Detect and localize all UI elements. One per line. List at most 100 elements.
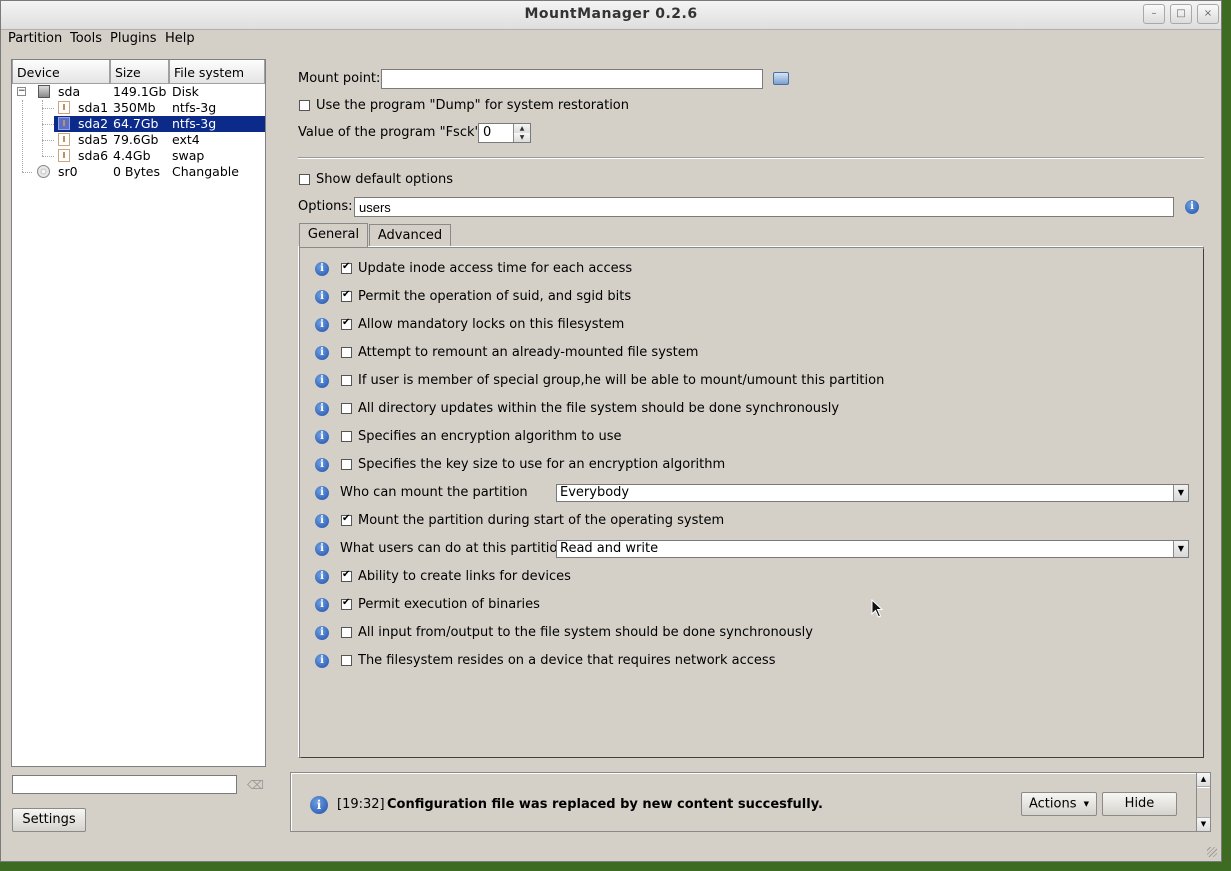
dump-checkbox[interactable] bbox=[299, 100, 310, 111]
option-checkbox[interactable] bbox=[341, 627, 352, 638]
menu-partition[interactable]: Partition bbox=[8, 31, 62, 46]
tree-cell-filesystem: Disk bbox=[172, 84, 199, 99]
info-icon[interactable] bbox=[1185, 200, 1199, 214]
tree-cell-size: 0 Bytes bbox=[113, 164, 161, 179]
resize-grip-icon[interactable] bbox=[1207, 847, 1217, 857]
info-icon[interactable] bbox=[315, 598, 329, 612]
info-icon[interactable] bbox=[315, 262, 329, 276]
clear-filter-icon[interactable]: ⌫ bbox=[247, 778, 264, 792]
close-button[interactable]: × bbox=[1197, 4, 1219, 24]
info-icon[interactable] bbox=[315, 626, 329, 640]
info-icon[interactable] bbox=[315, 374, 329, 388]
status-time: [19:32] bbox=[337, 797, 385, 812]
tree-row-sr0[interactable]: sr0 0 Bytes Changable bbox=[12, 164, 265, 180]
fsck-label: Value of the program "Fsck": bbox=[298, 125, 485, 140]
collapse-toggle-icon[interactable]: − bbox=[17, 87, 26, 96]
hide-button[interactable]: Hide bbox=[1102, 792, 1177, 816]
option-label: Who can mount the partition bbox=[340, 485, 528, 500]
column-header-size[interactable]: Size bbox=[110, 60, 169, 84]
info-icon[interactable] bbox=[315, 346, 329, 360]
info-icon[interactable] bbox=[315, 430, 329, 444]
info-icon[interactable] bbox=[315, 458, 329, 472]
partition-icon bbox=[58, 117, 70, 130]
tree-cell-filesystem: ext4 bbox=[172, 132, 200, 147]
scroll-up-icon[interactable]: ▲ bbox=[1197, 773, 1210, 787]
option-label: Permit the operation of suid, and sgid b… bbox=[358, 289, 632, 304]
info-icon[interactable] bbox=[315, 570, 329, 584]
tree-cell-device: sda bbox=[58, 84, 81, 99]
scroll-down-icon[interactable]: ▼ bbox=[1197, 817, 1210, 831]
scroll-thumb[interactable] bbox=[1197, 787, 1210, 819]
info-icon[interactable] bbox=[315, 318, 329, 332]
dropdown-arrow-icon[interactable]: ▼ bbox=[1173, 485, 1188, 501]
option-checkbox[interactable] bbox=[341, 261, 352, 274]
column-header-filesystem[interactable]: File system bbox=[169, 60, 265, 84]
tree-filter-input[interactable] bbox=[12, 775, 237, 794]
status-info-icon bbox=[310, 796, 328, 814]
column-header-device[interactable]: Device bbox=[12, 60, 110, 84]
tree-cell-size: 4.4Gb bbox=[113, 148, 151, 163]
info-icon[interactable] bbox=[315, 654, 329, 668]
info-icon[interactable] bbox=[315, 290, 329, 304]
option-checkbox[interactable] bbox=[341, 459, 352, 470]
option-label: Attempt to remount an already-mounted fi… bbox=[358, 345, 699, 360]
option-checkbox[interactable] bbox=[341, 317, 352, 330]
options-input[interactable] bbox=[354, 197, 1174, 217]
tab-advanced[interactable]: Advanced bbox=[369, 224, 451, 246]
info-icon[interactable] bbox=[315, 486, 329, 500]
maximize-button[interactable]: □ bbox=[1170, 4, 1192, 24]
option-checkbox[interactable] bbox=[341, 375, 352, 386]
option-checkbox[interactable] bbox=[341, 597, 352, 610]
tree-row-sda2[interactable]: sda2 64.7Gb ntfs-3g bbox=[12, 116, 265, 132]
dropdown-arrow-icon[interactable]: ▼ bbox=[1173, 541, 1188, 557]
option-label: Specifies an encryption algorithm to use bbox=[358, 429, 622, 444]
option-checkbox[interactable] bbox=[341, 347, 352, 358]
actions-button-label: Actions bbox=[1028, 796, 1077, 812]
option-combobox[interactable]: Read and write ▼ bbox=[556, 540, 1189, 558]
tree-cell-device: sda1 bbox=[78, 100, 109, 115]
menu-bar: Partition Tools Plugins Help bbox=[1, 29, 1221, 50]
info-icon[interactable] bbox=[315, 402, 329, 416]
section-divider bbox=[298, 157, 1204, 159]
tree-cell-device: sda6 bbox=[78, 148, 109, 163]
fsck-spinbox[interactable]: 0 ▲ ▼ bbox=[478, 123, 531, 143]
dropdown-arrow-icon: ▼ bbox=[1083, 800, 1090, 808]
spin-down-icon[interactable]: ▼ bbox=[513, 133, 530, 142]
status-scrollbar[interactable]: ▲ ▼ bbox=[1196, 772, 1211, 832]
mount-point-input[interactable] bbox=[381, 69, 763, 89]
option-checkbox[interactable] bbox=[341, 569, 352, 582]
status-bar: [19:32] Configuration file was replaced … bbox=[290, 772, 1196, 832]
tree-row-sda5[interactable]: sda5 79.6Gb ext4 bbox=[12, 132, 265, 148]
menu-plugins[interactable]: Plugins bbox=[110, 31, 157, 46]
partition-icon bbox=[58, 133, 70, 146]
show-default-label: Show default options bbox=[316, 172, 453, 187]
device-tree[interactable]: Device Size File system − sda 149.1Gb Di… bbox=[11, 59, 266, 767]
show-default-checkbox[interactable] bbox=[299, 174, 310, 185]
menu-help[interactable]: Help bbox=[165, 31, 195, 46]
minimize-button[interactable]: – bbox=[1143, 4, 1165, 24]
settings-button[interactable]: Settings bbox=[12, 808, 86, 832]
option-combobox[interactable]: Everybody ▼ bbox=[556, 484, 1189, 502]
option-checkbox[interactable] bbox=[341, 403, 352, 414]
tree-row-sda1[interactable]: sda1 350Mb ntfs-3g bbox=[12, 100, 265, 116]
browse-folder-icon[interactable] bbox=[773, 72, 789, 85]
info-icon[interactable] bbox=[315, 514, 329, 528]
title-bar[interactable]: MountManager 0.2.6 – □ × bbox=[1, 1, 1221, 30]
mount-point-label: Mount point: bbox=[298, 71, 381, 86]
option-label: If user is member of special group,he wi… bbox=[358, 373, 885, 388]
option-checkbox[interactable] bbox=[341, 431, 352, 442]
option-checkbox[interactable] bbox=[341, 655, 352, 666]
tree-cell-size: 149.1Gb bbox=[113, 84, 167, 99]
option-checkbox[interactable] bbox=[341, 289, 352, 302]
option-label: Permit execution of binaries bbox=[358, 597, 540, 612]
info-icon[interactable] bbox=[315, 542, 329, 556]
tree-row-sda6[interactable]: sda6 4.4Gb swap bbox=[12, 148, 265, 164]
option-label: Ability to create links for devices bbox=[358, 569, 571, 584]
cdrom-icon bbox=[37, 165, 50, 178]
menu-tools[interactable]: Tools bbox=[70, 31, 102, 46]
tree-cell-filesystem: swap bbox=[172, 148, 205, 163]
option-checkbox[interactable] bbox=[341, 513, 352, 526]
tree-row-sda[interactable]: − sda 149.1Gb Disk bbox=[12, 84, 265, 100]
actions-button[interactable]: Actions ▼ bbox=[1021, 792, 1097, 816]
tab-general[interactable]: General bbox=[299, 223, 368, 247]
